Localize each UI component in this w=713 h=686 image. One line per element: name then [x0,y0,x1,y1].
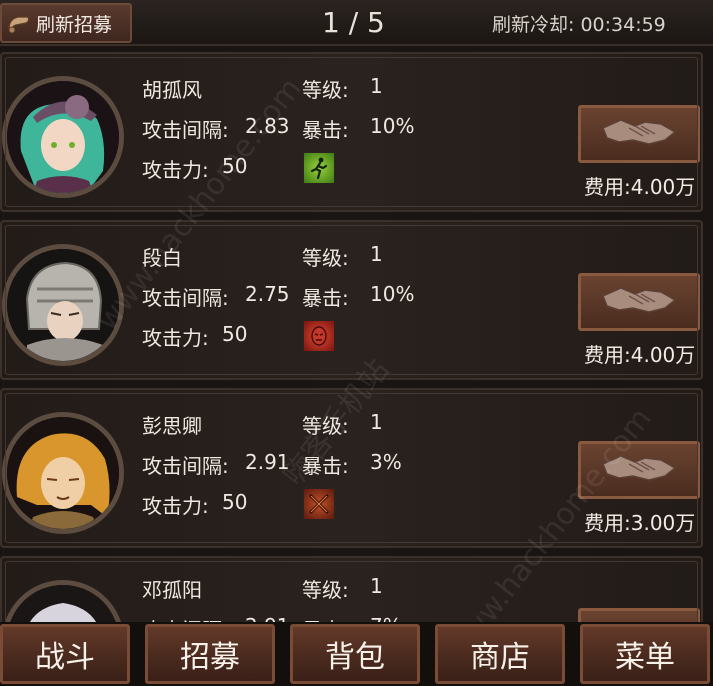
attack-power-value: 50 [222,154,248,178]
level-label: 等级: [302,246,349,270]
hero-name: 彭思卿 [142,414,202,438]
scroll-icon [6,10,32,36]
attack-interval-label: 攻击间隔: [142,454,229,478]
hire-cost: 费用:4.00万 [584,343,696,367]
crit-label: 暴击: [302,118,349,142]
level-value: 1 [370,574,383,598]
hire-button[interactable] [578,441,700,499]
hire-cost: 费用:3.00万 [584,511,696,535]
recruit-card: 段白 等级: 1 攻击间隔: 2.75 暴击: 10% 攻击力: 50 费用:4… [0,220,703,380]
attack-power-label: 攻击力: [142,494,209,518]
hire-button[interactable] [578,273,700,331]
recruit-card: 胡孤风 等级: 1 攻击间隔: 2.83 暴击: 10% 攻击力: 50 费用:… [0,52,703,212]
red-face-icon[interactable] [302,319,336,353]
hire-button[interactable] [578,105,700,163]
handshake-icon [599,114,679,154]
attack-power-label: 攻击力: [142,326,209,350]
nav-bag-button[interactable]: 背包 [290,624,420,684]
nav-shop-button[interactable]: 商店 [435,624,565,684]
hire-cost: 费用:4.00万 [584,175,696,199]
recruit-card: 邓孤阳 等级: 1 攻击间隔: 2.91 暴击: 7% [0,556,703,622]
level-label: 等级: [302,78,349,102]
handshake-icon [599,282,679,322]
attack-power-value: 50 [222,322,248,346]
level-value: 1 [370,410,383,434]
hero-name: 胡孤风 [142,78,202,102]
attack-interval-label: 攻击间隔: [142,286,229,310]
crit-value: 7% [370,614,402,622]
crit-value: 10% [370,282,415,306]
refresh-recruit-button[interactable]: 刷新招募 [0,3,132,43]
hero-portrait [2,580,124,622]
handshake-icon [599,450,679,490]
nav-recruit-button[interactable]: 招募 [145,624,275,684]
hero-portrait [2,76,124,198]
bottom-nav: 战斗 招募 背包 商店 菜单 [0,622,713,686]
level-value: 1 [370,242,383,266]
hero-portrait [2,244,124,366]
nav-menu-button[interactable]: 菜单 [580,624,710,684]
attack-interval-value: 2.83 [245,114,290,138]
attack-interval-label: 攻击间隔: [142,614,229,622]
attack-interval-value: 2.75 [245,282,290,306]
recruit-list[interactable]: 胡孤风 等级: 1 攻击间隔: 2.83 暴击: 10% 攻击力: 50 费用:… [0,46,713,622]
level-value: 1 [370,74,383,98]
refresh-cooldown: 刷新冷却: 00:34:59 [492,14,666,36]
recruit-card: 彭思卿 等级: 1 攻击间隔: 2.91 暴击: 3% 攻击力: 50 费用:3… [0,388,703,548]
refresh-recruit-label: 刷新招募 [36,13,113,36]
crit-label: 暴击: [302,286,349,310]
hero-name: 邓孤阳 [142,578,202,602]
crit-label: 暴击: [302,614,349,622]
top-bar: 刷新招募 1 / 5 刷新冷却: 00:34:59 [0,0,713,46]
attack-interval-label: 攻击间隔: [142,118,229,142]
hero-name: 段白 [142,246,182,270]
crit-label: 暴击: [302,454,349,478]
running-figure-icon[interactable] [302,151,336,185]
crit-value: 10% [370,114,415,138]
level-label: 等级: [302,578,349,602]
attack-interval-value: 2.91 [245,614,290,622]
hire-button[interactable] [578,608,700,622]
hero-portrait [2,412,124,534]
crossed-blades-icon[interactable] [302,487,336,521]
attack-power-label: 攻击力: [142,158,209,182]
crit-value: 3% [370,450,402,474]
attack-interval-value: 2.91 [245,450,290,474]
attack-power-value: 50 [222,490,248,514]
level-label: 等级: [302,414,349,438]
page-indicator: 1 / 5 [322,6,385,39]
nav-battle-button[interactable]: 战斗 [0,624,130,684]
